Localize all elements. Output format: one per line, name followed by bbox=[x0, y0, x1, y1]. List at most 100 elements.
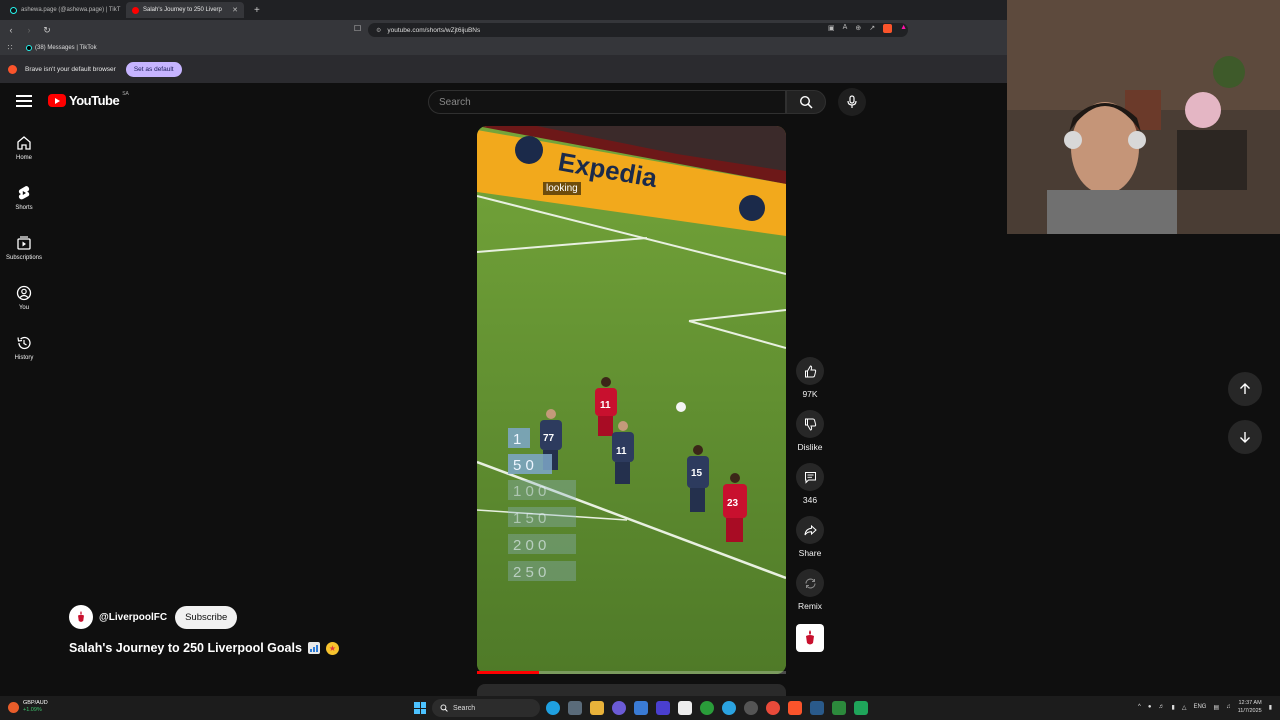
clock-time: 12:37 AM bbox=[1238, 700, 1262, 706]
like-button-circle[interactable] bbox=[796, 357, 824, 385]
dislike-label: Dislike bbox=[797, 442, 823, 452]
network-icon[interactable]: ▤ bbox=[1213, 704, 1219, 711]
sidebar-item-shorts[interactable]: Shorts bbox=[0, 173, 48, 223]
sidebar-item-you[interactable]: You bbox=[0, 273, 48, 323]
close-tab-icon[interactable]: ✕ bbox=[232, 6, 238, 14]
comments-button[interactable]: 346 bbox=[796, 463, 824, 505]
brave-rewards-icon[interactable]: ▲ bbox=[900, 24, 907, 33]
search-input[interactable]: Search bbox=[428, 90, 786, 114]
share-button[interactable]: Share bbox=[796, 516, 824, 558]
back-icon[interactable]: ‹ bbox=[4, 25, 18, 35]
youtube-logo[interactable]: YouTube SA bbox=[48, 91, 129, 108]
voice-search-button[interactable] bbox=[838, 88, 866, 116]
taskbar-search[interactable]: Search bbox=[432, 699, 540, 717]
steam-icon[interactable] bbox=[810, 701, 824, 715]
video-progress-bar[interactable] bbox=[477, 671, 786, 674]
channel-name[interactable]: @LiverpoolFC bbox=[99, 612, 167, 623]
video-progress-fill bbox=[477, 671, 539, 674]
home-icon bbox=[17, 136, 31, 150]
dislike-button-circle[interactable] bbox=[796, 410, 824, 438]
set-default-button[interactable]: Set as default bbox=[125, 61, 182, 77]
dislike-button[interactable]: Dislike bbox=[796, 410, 824, 452]
liverpool-crest-icon bbox=[806, 630, 814, 645]
media-app-icon[interactable] bbox=[854, 701, 868, 715]
hamburger-menu-icon[interactable] bbox=[16, 95, 32, 107]
explorer-window-icon[interactable] bbox=[568, 701, 582, 715]
browser-tab[interactable]: ashewa.page (@ashewa.page) | TikT bbox=[4, 2, 122, 18]
reload-icon[interactable]: ↻ bbox=[40, 25, 54, 36]
speaker-tray-icon[interactable]: ♬ bbox=[1159, 704, 1165, 710]
stock-ticker-widget[interactable]: GBP/AUD +1.09% bbox=[8, 700, 48, 714]
sidebar-item-home[interactable]: Home bbox=[0, 123, 48, 173]
site-info-icon[interactable]: ⚙ bbox=[376, 27, 381, 34]
volume-icon[interactable]: ♫ bbox=[1226, 704, 1231, 710]
settings-icon[interactable] bbox=[744, 701, 758, 715]
search-placeholder: Search bbox=[439, 96, 471, 108]
bookmark-label: (38) Messages | TikTok bbox=[35, 44, 97, 51]
short-title-row: Salah's Journey to 250 Liverpool Goals ★ bbox=[69, 641, 339, 655]
liverpool-crest-icon bbox=[78, 611, 84, 622]
clock[interactable]: 12:37 AM 11/7/2025 bbox=[1238, 699, 1262, 715]
excel-icon[interactable] bbox=[832, 701, 846, 715]
translate-icon[interactable]: A bbox=[843, 24, 848, 33]
discord-icon[interactable] bbox=[612, 701, 626, 715]
comments-button-circle[interactable] bbox=[796, 463, 824, 491]
like-button[interactable]: 97K bbox=[796, 357, 824, 399]
browser-tab-active[interactable]: Salah's Journey to 250 Liverp ✕ bbox=[126, 2, 244, 18]
tab-label: ashewa.page (@ashewa.page) | TikT bbox=[21, 7, 121, 13]
apps-grid-icon[interactable]: ∷ bbox=[0, 43, 20, 52]
edge-icon[interactable] bbox=[546, 701, 560, 715]
brave-shields-icon[interactable] bbox=[883, 24, 893, 33]
remix-button-circle[interactable] bbox=[796, 569, 824, 597]
sidebar-item-label: Home bbox=[15, 155, 32, 161]
short-title[interactable]: Salah's Journey to 250 Liverpool Goals bbox=[69, 641, 302, 655]
like-count: 97K bbox=[802, 389, 818, 399]
windows-taskbar: GBP/AUD +1.09% Search ^ ● ♬ ▮ △ ENG ▤ ♫ … bbox=[0, 696, 1280, 720]
next-short-button[interactable] bbox=[1228, 420, 1262, 454]
zoom-icon[interactable]: ⊕ bbox=[855, 24, 861, 33]
logo-wordmark: YouTube bbox=[69, 93, 120, 108]
sidebar-item-history[interactable]: History bbox=[0, 323, 48, 373]
vscode-icon[interactable] bbox=[656, 701, 670, 715]
input-language[interactable]: ENG bbox=[1193, 704, 1206, 710]
bookmark-item[interactable]: (38) Messages | TikTok bbox=[26, 44, 97, 51]
channel-avatar[interactable] bbox=[69, 605, 93, 629]
notifications-icon[interactable]: ▮ bbox=[1269, 704, 1272, 711]
bookmark-icon[interactable]: ☐ bbox=[354, 24, 361, 33]
xbox-icon[interactable] bbox=[700, 701, 714, 715]
windows-start-icon[interactable] bbox=[414, 702, 426, 714]
counter-row: 1 0 0 bbox=[513, 483, 546, 500]
url-text: youtube.com/shorts/wZjt6ijuBNs bbox=[387, 26, 481, 34]
sidebar-item-subscriptions[interactable]: Subscriptions bbox=[0, 223, 48, 273]
notes-icon[interactable] bbox=[634, 701, 648, 715]
tab-label: Salah's Journey to 250 Liverp bbox=[143, 7, 222, 13]
comment-count: 346 bbox=[802, 495, 818, 505]
file-explorer-icon[interactable] bbox=[590, 701, 604, 715]
new-tab-icon[interactable]: + bbox=[248, 5, 266, 16]
mic-tray-icon[interactable]: △ bbox=[1182, 704, 1187, 711]
forward-icon[interactable]: › bbox=[22, 25, 36, 35]
tray-overflow-icon[interactable]: ^ bbox=[1138, 704, 1141, 710]
shorts-video-player[interactable]: Expedia 11 77 11 15 23 1 5 0 1 0 0 1 5 0… bbox=[477, 126, 786, 674]
telegram-icon[interactable] bbox=[722, 701, 736, 715]
subscribe-button[interactable]: Subscribe bbox=[175, 605, 238, 629]
channel-thumbnail[interactable] bbox=[796, 624, 824, 652]
tiktok-app-icon[interactable] bbox=[678, 701, 692, 715]
default-browser-infobar: Brave isn't your default browser Set as … bbox=[0, 55, 1007, 83]
brave-icon[interactable] bbox=[788, 701, 802, 715]
next-short-preview[interactable] bbox=[477, 684, 786, 696]
brave-lion-icon bbox=[8, 64, 17, 74]
previous-short-button[interactable] bbox=[1228, 372, 1262, 406]
battery-icon[interactable]: ▮ bbox=[1172, 704, 1175, 711]
remix-button[interactable]: Remix bbox=[796, 569, 824, 611]
search-button[interactable] bbox=[786, 90, 826, 114]
chart-emoji-icon bbox=[307, 642, 320, 654]
screencast-icon[interactable]: ▣ bbox=[828, 24, 835, 33]
address-bar[interactable]: ⚙ youtube.com/shorts/wZjt6ijuBNs bbox=[368, 23, 908, 37]
shorts-action-bar: 97K Dislike 346 Share Remix bbox=[794, 357, 826, 652]
system-tray: ^ ● ♬ ▮ △ ENG ▤ ♫ 12:37 AM 11/7/2025 ▮ bbox=[1138, 699, 1272, 715]
tray-app-icon[interactable]: ● bbox=[1148, 704, 1152, 710]
share-icon[interactable]: ↗ bbox=[869, 24, 875, 33]
share-button-circle[interactable] bbox=[796, 516, 824, 544]
chrome-icon[interactable] bbox=[766, 701, 780, 715]
